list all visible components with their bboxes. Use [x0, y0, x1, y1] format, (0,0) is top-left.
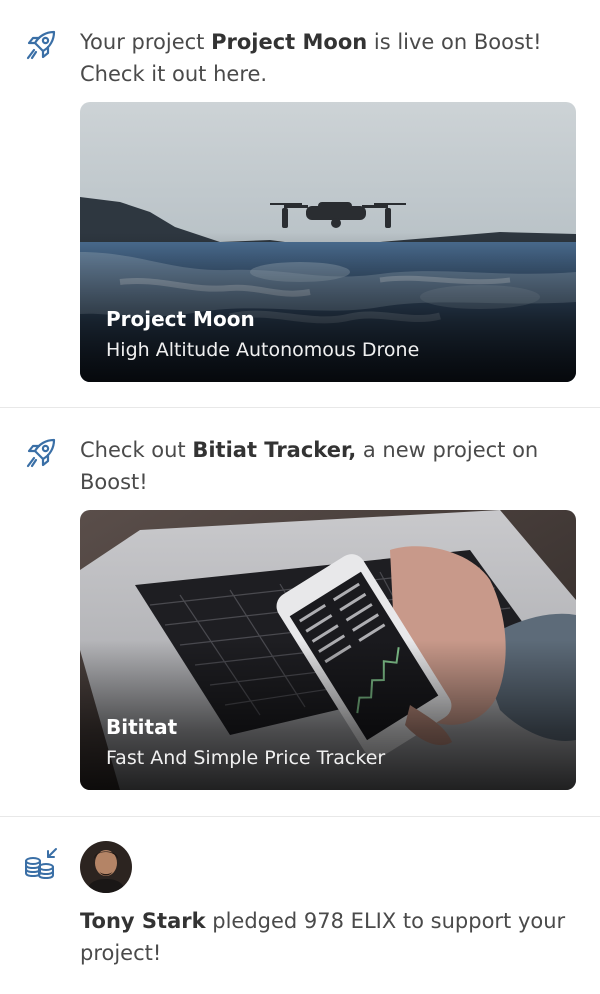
message-prefix: Check out — [80, 438, 193, 462]
notification-message: Your project Project Moon is live on Boo… — [80, 26, 576, 90]
rocket-icon — [26, 438, 56, 468]
card-title: Bititat — [106, 715, 178, 739]
message-prefix: Your project — [80, 30, 212, 54]
project-card-bititat[interactable]: Bititat Fast And Simple Price Tracker — [80, 510, 576, 790]
avatar[interactable] — [80, 841, 132, 893]
notification-item-new-project: Check out Bitiat Tracker, a new project … — [0, 408, 600, 817]
card-subtitle: High Altitude Autonomous Drone — [106, 339, 420, 361]
project-name-link[interactable]: Bitiat Tracker, — [192, 438, 356, 462]
user-avatar-image — [80, 841, 132, 893]
card-subtitle: Fast And Simple Price Tracker — [106, 747, 386, 769]
notification-item-project-live: Your project Project Moon is live on Boo… — [0, 0, 600, 408]
user-name-link[interactable]: Tony Stark — [80, 909, 206, 933]
rocket-icon — [26, 30, 56, 60]
card-title: Project Moon — [106, 307, 255, 331]
notification-feed: Your project Project Moon is live on Boo… — [0, 0, 600, 994]
notification-item-pledge: Tony Stark pledged 978 ELIX to support y… — [0, 817, 600, 994]
project-card-moon[interactable]: Project Moon High Altitude Autonomous Dr… — [80, 102, 576, 382]
notification-message: Tony Stark pledged 978 ELIX to support y… — [80, 905, 576, 969]
notification-message: Check out Bitiat Tracker, a new project … — [80, 434, 576, 498]
coins-pledge-icon — [25, 848, 57, 879]
project-name-link[interactable]: Project Moon — [211, 30, 367, 54]
